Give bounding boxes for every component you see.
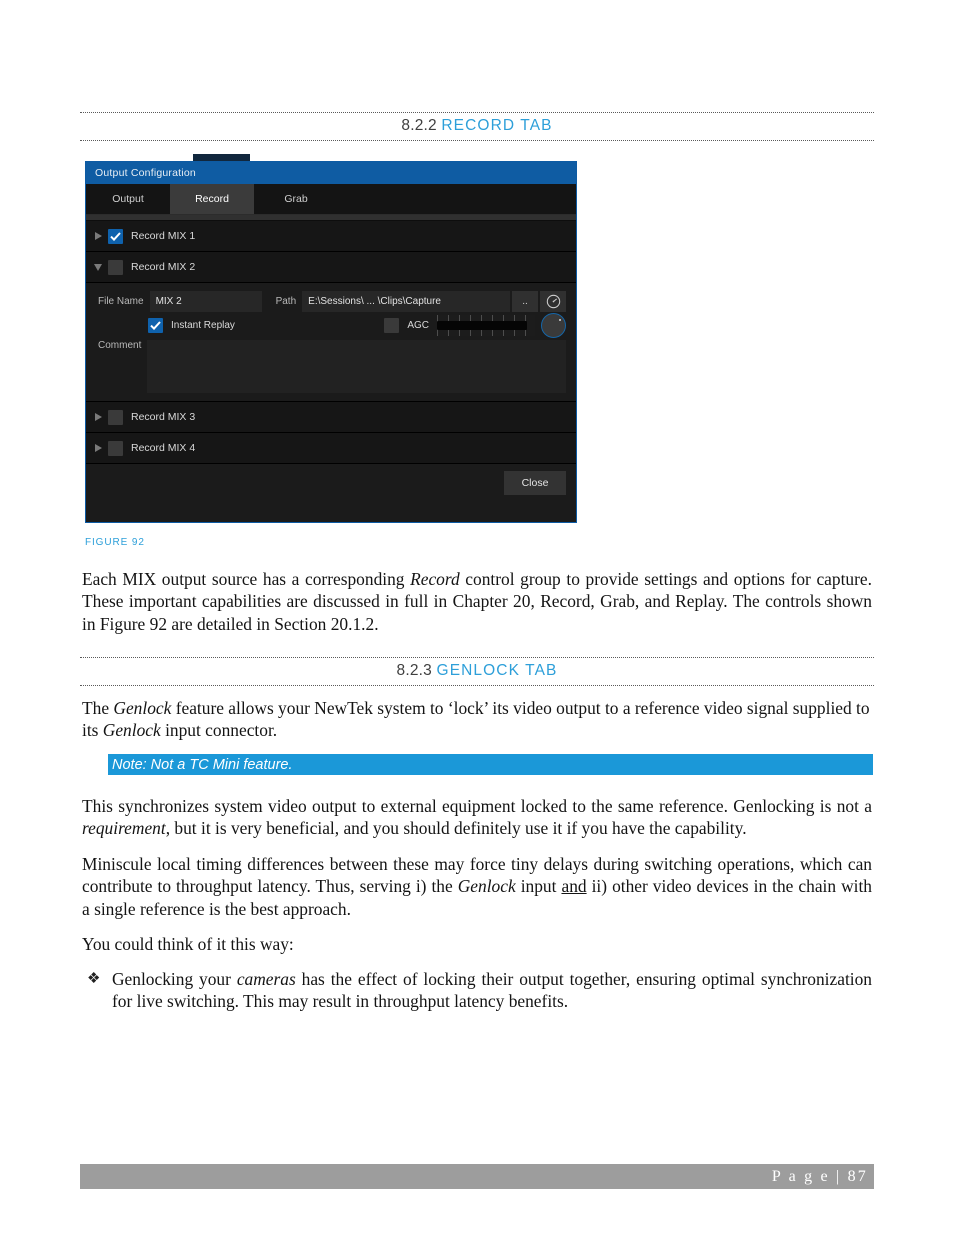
gauge-icon[interactable] <box>540 290 566 312</box>
record-mix-4-checkbox[interactable] <box>108 440 123 456</box>
instant-replay-agc-row: Instant Replay AGC <box>86 312 576 338</box>
p4-text-b: input <box>515 876 562 897</box>
p2-text-c: input connector. <box>160 720 278 741</box>
paragraph-record-description: Each MIX output source has a correspondi… <box>82 568 872 635</box>
volume-knob[interactable] <box>541 312 566 338</box>
meter-bar <box>437 320 528 330</box>
output-configuration-window: Output Configuration Output Record Grab … <box>85 161 577 523</box>
instant-replay-label: Instant Replay <box>171 319 235 331</box>
page-number: P a g e | 87 <box>771 1167 868 1185</box>
record-mix-4-label: Record MIX 4 <box>131 442 196 454</box>
p3-text-b: , but it is very beneficial, and you sho… <box>165 818 747 839</box>
record-mix-3-label: Record MIX 3 <box>131 411 196 423</box>
window-footer: Close <box>86 464 576 502</box>
p1-emphasis-record: Record <box>410 569 460 589</box>
p2-emphasis-genlock-1: Genlock <box>113 698 172 718</box>
window-notch-tab <box>193 154 250 161</box>
p2-emphasis-genlock-2: Genlock <box>102 720 161 741</box>
browse-path-button[interactable]: .. <box>512 290 538 312</box>
section-heading-record-tab: 8.2.2 RECORD TAB <box>80 112 874 141</box>
file-name-label: File Name <box>98 295 144 307</box>
tab-record[interactable]: Record <box>170 184 254 214</box>
record-mix-2-row[interactable]: Record MIX 2 <box>86 252 576 283</box>
instant-replay-control[interactable]: Instant Replay <box>148 317 235 333</box>
document-page: 8.2.2 RECORD TAB Output Configuration Ou… <box>0 0 954 1235</box>
window-titlebar: Output Configuration <box>86 162 576 184</box>
section-heading-genlock-tab: 8.2.3 GENLOCK TAB <box>80 657 874 686</box>
figure-caption: FIGURE 92 <box>85 537 145 548</box>
chevron-right-icon[interactable] <box>91 413 105 421</box>
p1-text-a: Each MIX output source has a correspondi… <box>82 569 411 589</box>
instant-replay-checkbox[interactable] <box>148 317 163 333</box>
p2-text-a: The <box>82 698 114 718</box>
record-mix-2-label: Record MIX 2 <box>131 261 196 273</box>
b1-emphasis-cameras: cameras <box>236 969 296 989</box>
comment-row: Comment <box>86 337 576 393</box>
section-number: 8.2.3 <box>396 662 433 679</box>
p3-text-a: This synchronizes system video output to… <box>82 796 872 816</box>
close-button[interactable]: Close <box>504 471 566 495</box>
record-mix-1-label: Record MIX 1 <box>131 230 196 242</box>
note-callout: Note: Not a TC Mini feature. <box>108 754 873 775</box>
tab-grab[interactable]: Grab <box>254 184 338 214</box>
paragraph-synchronization: This synchronizes system video output to… <box>82 795 872 840</box>
record-mix-1-checkbox[interactable] <box>108 228 123 244</box>
record-mix-4-row[interactable]: Record MIX 4 <box>86 433 576 464</box>
section-title: RECORD TAB <box>441 117 553 134</box>
path-input[interactable]: E:\Sessions\ ... \Clips\Capture <box>302 290 510 312</box>
record-mix-2-detail-panel: File Name MIX 2 Path E:\Sessions\ ... \C… <box>86 283 576 402</box>
paragraph-genlock-intro: The Genlock feature allows your NewTek s… <box>82 697 872 742</box>
record-mix-2-checkbox[interactable] <box>108 259 123 275</box>
audio-level-meter <box>437 314 535 336</box>
chevron-down-icon[interactable] <box>91 263 105 271</box>
chevron-right-icon[interactable] <box>91 232 105 240</box>
agc-label: AGC <box>407 319 429 331</box>
record-mix-3-row[interactable]: Record MIX 3 <box>86 402 576 433</box>
note-text: Note: Not a TC Mini feature. <box>112 756 293 773</box>
agc-control-group: AGC <box>381 312 566 338</box>
section-number: 8.2.2 <box>401 117 437 134</box>
figure-92-image: Output Configuration Output Record Grab … <box>85 154 577 523</box>
tab-strip: Output Record Grab <box>86 184 576 215</box>
page-footer-bar: P a g e | 87 <box>80 1164 874 1189</box>
agc-checkbox[interactable] <box>384 317 400 333</box>
record-mix-1-row[interactable]: Record MIX 1 <box>86 221 576 252</box>
tab-output[interactable]: Output <box>86 184 170 214</box>
paragraph-timing-differences: Miniscule local timing differences betwe… <box>82 853 872 920</box>
comment-label: Comment <box>98 340 142 351</box>
list-item-text: Genlocking your cameras has the effect o… <box>112 968 872 1013</box>
file-name-input[interactable]: MIX 2 <box>149 290 262 312</box>
path-label: Path <box>275 295 297 307</box>
p4-emphasis-genlock: Genlock <box>457 876 516 897</box>
window-title: Output Configuration <box>95 167 196 179</box>
comment-input[interactable] <box>147 340 566 393</box>
list-item: ❖ Genlocking your cameras has the effect… <box>82 968 872 1013</box>
diamond-bullet-icon: ❖ <box>87 971 101 987</box>
section-title: GENLOCK TAB <box>436 662 558 679</box>
record-mix-3-checkbox[interactable] <box>108 409 123 425</box>
file-name-path-row: File Name MIX 2 Path E:\Sessions\ ... \C… <box>86 289 576 313</box>
paragraph-think-of-it: You could think of it this way: <box>82 934 294 954</box>
p4-underline-and: and <box>561 876 587 897</box>
b1-text-a: Genlocking your <box>112 969 237 989</box>
p3-emphasis-requirement: requirement <box>82 818 166 839</box>
chevron-right-icon[interactable] <box>91 444 105 452</box>
